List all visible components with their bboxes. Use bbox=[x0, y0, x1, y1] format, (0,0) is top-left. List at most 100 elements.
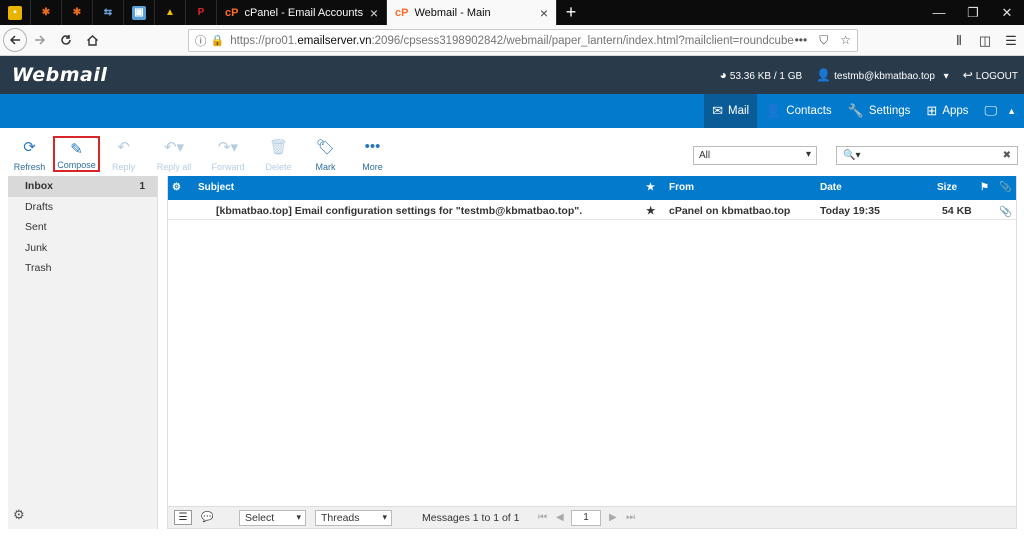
menu-apps-label: Apps bbox=[942, 105, 969, 117]
menu-mail[interactable]: ✉ Mail bbox=[704, 94, 758, 128]
note-icon: ▪ bbox=[8, 5, 22, 20]
restore-icon[interactable]: ❐ bbox=[956, 0, 990, 25]
folder-drafts[interactable]: Drafts bbox=[8, 197, 157, 218]
flagged-column-icon[interactable]: ★ bbox=[646, 182, 655, 193]
bookmark-star-icon[interactable]: ☆ bbox=[840, 33, 851, 48]
last-page-icon[interactable]: ⏭ bbox=[626, 510, 635, 525]
close-icon[interactable]: × bbox=[540, 5, 548, 21]
next-page-icon[interactable]: ▶ bbox=[609, 510, 617, 525]
forward-button[interactable]: ↷▾ Forward bbox=[201, 136, 255, 172]
column-date[interactable]: Date bbox=[820, 182, 842, 193]
pinned-tab[interactable]: ▪ bbox=[0, 0, 31, 25]
attachment-column-icon[interactable]: 📎 bbox=[999, 182, 1011, 193]
reply-all-label: Reply all bbox=[156, 162, 192, 172]
star-icon[interactable]: ★ bbox=[646, 205, 655, 217]
mark-button[interactable]: 🏷 Mark bbox=[302, 136, 349, 172]
pinned-tab[interactable]: ✱ bbox=[31, 0, 62, 25]
pinned-tab[interactable]: ▣ bbox=[124, 0, 155, 25]
pocket-icon[interactable]: ⛉ bbox=[819, 33, 828, 48]
info-icon[interactable]: ⓘ bbox=[195, 33, 207, 49]
caret-down-icon: ▾ bbox=[943, 71, 949, 82]
column-size[interactable]: Size bbox=[937, 182, 957, 193]
thread-options-icon[interactable]: 💬 bbox=[201, 510, 213, 525]
url-host: emailserver.vn bbox=[297, 34, 372, 47]
tab-cpanel-email-accounts[interactable]: cP cPanel - Email Accounts × bbox=[217, 0, 387, 25]
pinned-tab[interactable]: P bbox=[186, 0, 217, 25]
reply-all-button[interactable]: ↶▾ Reply all bbox=[147, 136, 201, 172]
clear-search-icon[interactable]: ✖ bbox=[1003, 150, 1011, 161]
folder-label: Sent bbox=[25, 221, 47, 234]
prev-page-icon[interactable]: ◀ bbox=[556, 510, 564, 525]
reply-button[interactable]: ↶ Reply bbox=[100, 136, 147, 172]
hamburger-menu-icon[interactable]: ☰ bbox=[998, 33, 1024, 49]
logout-link[interactable]: ↩ LOGOUT bbox=[963, 68, 1018, 82]
pinned-tab[interactable]: ✱ bbox=[62, 0, 93, 25]
compose-button[interactable]: ✎ Compose bbox=[53, 136, 100, 172]
flag-column-icon[interactable]: ⚑ bbox=[980, 182, 989, 193]
list-options-icon[interactable]: ⚙ bbox=[172, 182, 181, 193]
threads-dropdown[interactable]: Threads bbox=[315, 510, 392, 526]
first-page-icon[interactable]: ⏮ bbox=[538, 510, 547, 525]
home-button[interactable] bbox=[79, 27, 105, 53]
page-number-input[interactable]: 1 bbox=[571, 510, 601, 526]
minimize-icon[interactable]: — bbox=[922, 0, 956, 25]
list-menu-icon[interactable]: ☰ bbox=[174, 510, 192, 525]
url-path: :2096/cpsess3198902842/webmail/paper_lan… bbox=[371, 34, 794, 47]
message-filter-select[interactable]: All bbox=[693, 146, 817, 165]
user-menu[interactable]: 👤 testmb@kbmatbao.top ▾ bbox=[816, 68, 949, 82]
user-icon: 👤 bbox=[816, 68, 832, 82]
column-subject[interactable]: Subject bbox=[198, 182, 234, 193]
arrow-right-icon bbox=[35, 35, 46, 45]
plus-square-icon: ⊞ bbox=[926, 103, 938, 118]
pie-chart-icon: ◕ bbox=[719, 68, 727, 82]
menu-contacts[interactable]: 👤 Contacts bbox=[757, 94, 840, 128]
webmail-logo[interactable]: Webmail bbox=[12, 64, 107, 86]
webmail-header: Webmail ◕ 53.36 KB / 1 GB 👤 testmb@kbmatba… bbox=[0, 56, 1024, 94]
reload-icon bbox=[61, 35, 71, 45]
delete-button[interactable]: 🗑 Delete bbox=[255, 136, 302, 172]
folder-sent[interactable]: Sent bbox=[8, 217, 157, 238]
select-dropdown[interactable]: Select bbox=[239, 510, 306, 526]
menu-settings[interactable]: 🔧 Settings bbox=[840, 94, 919, 128]
column-from[interactable]: From bbox=[669, 182, 694, 193]
more-button[interactable]: ••• More bbox=[349, 136, 396, 172]
lock-icon: 🔒 bbox=[210, 35, 225, 47]
pinned-tab[interactable]: ▲ bbox=[155, 0, 186, 25]
back-button[interactable] bbox=[3, 28, 27, 52]
folder-trash[interactable]: Trash bbox=[8, 258, 157, 279]
reply-all-icon: ↶▾ bbox=[163, 139, 185, 156]
message-list-footer: ☰ 💬 Select Threads Messages 1 to 1 of 1 … bbox=[168, 506, 1016, 528]
attachment-icon: 📎 bbox=[999, 206, 1013, 218]
close-window-icon[interactable]: ✕ bbox=[990, 0, 1024, 25]
close-icon[interactable]: × bbox=[370, 5, 378, 21]
message-list-header: ⚙ Subject ★ From Date Size ⚑ 📎 bbox=[168, 176, 1016, 200]
menu-apps[interactable]: ⊞ Apps bbox=[918, 94, 976, 128]
folder-junk[interactable]: Junk bbox=[8, 238, 157, 259]
message-subject[interactable]: [kbmatbao.top] Email configuration setti… bbox=[216, 205, 582, 217]
gear-icon[interactable]: ⚙ bbox=[13, 507, 25, 523]
url-prefix: https://pro01. bbox=[230, 34, 298, 47]
forward-button[interactable] bbox=[27, 27, 53, 53]
library-icon[interactable]: ⫴ bbox=[946, 33, 972, 49]
sidebar-icon[interactable]: ◫ bbox=[972, 33, 998, 49]
folder-inbox[interactable]: Inbox 1 bbox=[8, 176, 157, 197]
quota-indicator[interactable]: ◕ 53.36 KB / 1 GB bbox=[720, 68, 803, 82]
new-tab-button[interactable]: + bbox=[557, 0, 585, 25]
url-bar[interactable]: ⓘ 🔒 https://pro01. emailserver.vn:2096/cp… bbox=[188, 29, 858, 52]
table-row[interactable]: [kbmatbao.top] Email configuration setti… bbox=[168, 201, 1016, 220]
more-actions-icon[interactable]: ••• bbox=[795, 33, 808, 48]
ellipsis-icon: ••• bbox=[364, 138, 381, 155]
reload-button[interactable] bbox=[53, 27, 79, 53]
menu-display[interactable]: 🖵 ▲ bbox=[977, 94, 1024, 128]
mail-search-input[interactable]: 🔍▾ ✖ bbox=[836, 146, 1018, 165]
mark-label: Mark bbox=[315, 162, 336, 172]
pinned-tab[interactable]: ⇆ bbox=[93, 0, 124, 25]
tab-webmail-main[interactable]: cP Webmail - Main × bbox=[387, 0, 557, 25]
favicon-icon: ✱ bbox=[72, 6, 82, 18]
tab-title: Webmail - Main bbox=[414, 6, 491, 19]
refresh-button[interactable]: ⟳ Refresh bbox=[6, 136, 53, 172]
forward-label: Forward bbox=[211, 162, 245, 172]
tag-icon: 🏷 bbox=[315, 139, 336, 156]
search-icon[interactable]: 🔍▾ bbox=[843, 150, 860, 161]
browser-toolbar-right: ⫴ ◫ ☰ bbox=[946, 25, 1024, 56]
